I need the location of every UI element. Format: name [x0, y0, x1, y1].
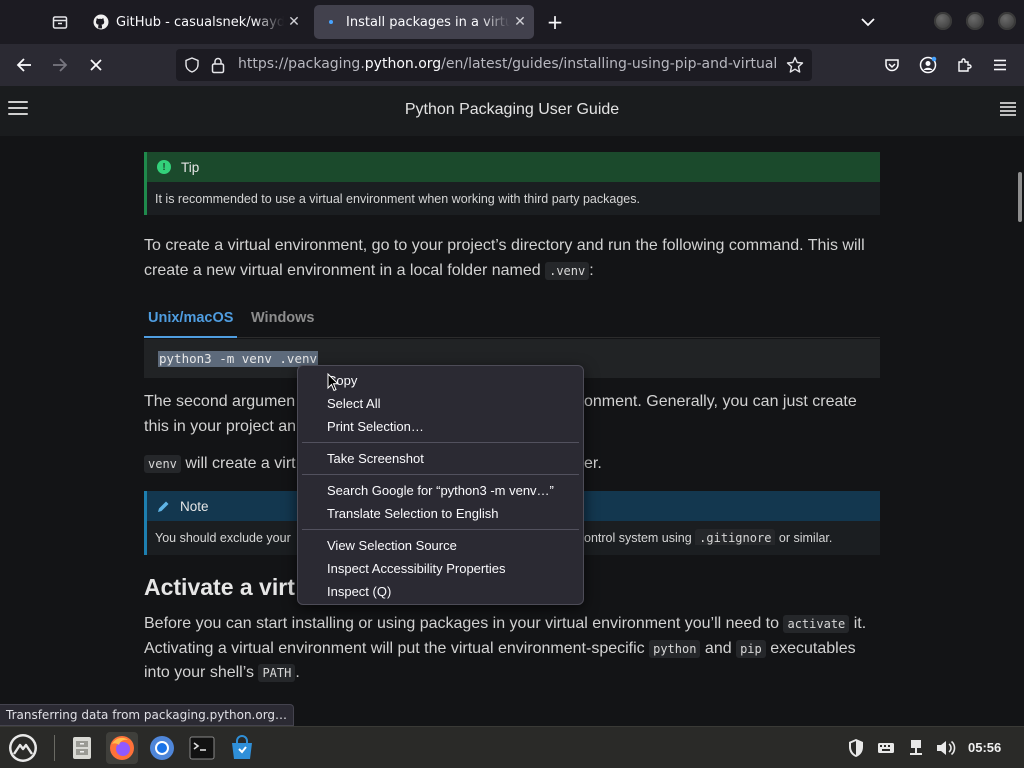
- menu-item-select-all[interactable]: Select All: [298, 392, 583, 415]
- menu-item-translate-selection[interactable]: Translate Selection to English: [298, 502, 583, 525]
- tab-title: GitHub - casualsnek/waydroid: [116, 14, 284, 30]
- volume-icon[interactable]: [936, 737, 956, 759]
- selected-command-text[interactable]: python3 -m venv .venv: [158, 351, 319, 367]
- maximize-button[interactable]: [966, 12, 984, 30]
- note-body-left: You should exclude your: [155, 531, 291, 545]
- activate-paragraph: Before you can start installing or using…: [144, 615, 867, 682]
- pocket-icon[interactable]: [878, 51, 906, 79]
- os-tabs: Unix/macOS Windows: [143, 306, 880, 338]
- start-menu-icon[interactable]: [6, 731, 40, 765]
- site-title[interactable]: Python Packaging User Guide: [0, 101, 1024, 119]
- back-button[interactable]: [10, 51, 38, 79]
- activate-heading: Activate a virt: [144, 574, 295, 600]
- url-text[interactable]: https://packaging.python.org/en/latest/g…: [238, 56, 776, 72]
- menu-item-view-selection-source[interactable]: View Selection Source: [298, 534, 583, 557]
- tip-admonition: ! Tip It is recommended to use a virtual…: [144, 152, 880, 215]
- second-arg-paragraph-right: onment. Generally, you can just create: [584, 393, 857, 410]
- clock[interactable]: 05:56: [968, 740, 1001, 755]
- tip-info-icon: !: [157, 160, 171, 174]
- menu-separator: [302, 529, 579, 530]
- navigation-toolbar: https://packaging.python.org/en/latest/g…: [0, 44, 1024, 86]
- table-of-contents-icon[interactable]: [1000, 102, 1016, 118]
- inline-code-venv: .venv: [545, 261, 590, 280]
- forward-button[interactable]: [46, 51, 74, 79]
- loading-dot-icon: [323, 14, 339, 30]
- terminal-icon[interactable]: [186, 732, 218, 764]
- intro-paragraph: To create a virtual environment, go to y…: [144, 237, 865, 280]
- tab-unix-macos[interactable]: Unix/macOS: [143, 310, 238, 338]
- menu-item-inspect-accessibility[interactable]: Inspect Accessibility Properties: [298, 557, 583, 580]
- lock-icon[interactable]: [210, 56, 226, 78]
- tab-install-packages[interactable]: Install packages in a virtual environmen…: [314, 5, 534, 39]
- tab-title: Install packages in a virtual environmen…: [346, 14, 510, 30]
- stop-loading-button[interactable]: [82, 51, 110, 79]
- tab-windows[interactable]: Windows: [251, 310, 315, 326]
- note-heading: Note: [180, 498, 209, 514]
- taskbar-separator: [54, 735, 55, 761]
- chromium-icon[interactable]: [146, 732, 178, 764]
- taskbar: 05:56: [0, 726, 1024, 768]
- pencil-icon: [157, 500, 170, 513]
- menu-item-print-selection[interactable]: Print Selection…: [298, 415, 583, 438]
- keyboard-icon[interactable]: [876, 737, 896, 759]
- site-header: Python Packaging User Guide: [0, 86, 1024, 136]
- firefox-view-icon[interactable]: [44, 8, 76, 36]
- account-icon[interactable]: [914, 51, 942, 79]
- bookmark-star-icon[interactable]: [786, 56, 804, 78]
- status-bar: Transferring data from packaging.python.…: [0, 704, 295, 726]
- page-scrollbar-thumb[interactable]: [1018, 172, 1022, 222]
- close-window-button[interactable]: [998, 12, 1016, 30]
- note-body-right: ontrol system using .gitignore or simila…: [584, 529, 833, 545]
- venv-paragraph-left: venv will create a virt: [144, 452, 304, 477]
- file-manager-icon[interactable]: [66, 732, 98, 764]
- tab-strip: GitHub - casualsnek/waydroid ✕ Install p…: [0, 0, 1024, 44]
- github-icon: [93, 14, 109, 30]
- menu-item-copy[interactable]: Copy: [298, 369, 583, 392]
- list-all-tabs-chevron-icon[interactable]: [856, 8, 880, 36]
- tip-heading: Tip: [181, 159, 200, 175]
- new-tab-button[interactable]: +: [542, 8, 568, 36]
- extensions-icon[interactable]: [950, 51, 978, 79]
- url-bar[interactable]: https://packaging.python.org/en/latest/g…: [176, 49, 812, 81]
- context-menu: Copy Select All Print Selection… Take Sc…: [297, 365, 584, 605]
- minimize-button[interactable]: [934, 12, 952, 30]
- mouse-pointer-icon: [327, 373, 339, 392]
- security-shield-icon[interactable]: [846, 737, 866, 759]
- venv-paragraph-right: er.: [584, 455, 602, 472]
- network-icon[interactable]: [906, 737, 926, 759]
- menu-item-take-screenshot[interactable]: Take Screenshot: [298, 447, 583, 470]
- menu-item-search-google[interactable]: Search Google for “python3 -m venv…”: [298, 479, 583, 502]
- menu-item-inspect[interactable]: Inspect (Q): [298, 580, 583, 603]
- menu-separator: [302, 474, 579, 475]
- menu-separator: [302, 442, 579, 443]
- site-permissions-shield-icon[interactable]: [184, 57, 200, 77]
- tip-body: It is recommended to use a virtual envir…: [155, 192, 640, 206]
- tab-github[interactable]: GitHub - casualsnek/waydroid ✕: [84, 5, 308, 39]
- app-menu-icon[interactable]: [986, 51, 1014, 79]
- software-store-icon[interactable]: [226, 732, 258, 764]
- firefox-icon[interactable]: [106, 732, 138, 764]
- inline-code: venv: [144, 455, 181, 473]
- close-tab-icon[interactable]: ✕: [510, 14, 530, 30]
- close-tab-icon[interactable]: ✕: [284, 14, 304, 30]
